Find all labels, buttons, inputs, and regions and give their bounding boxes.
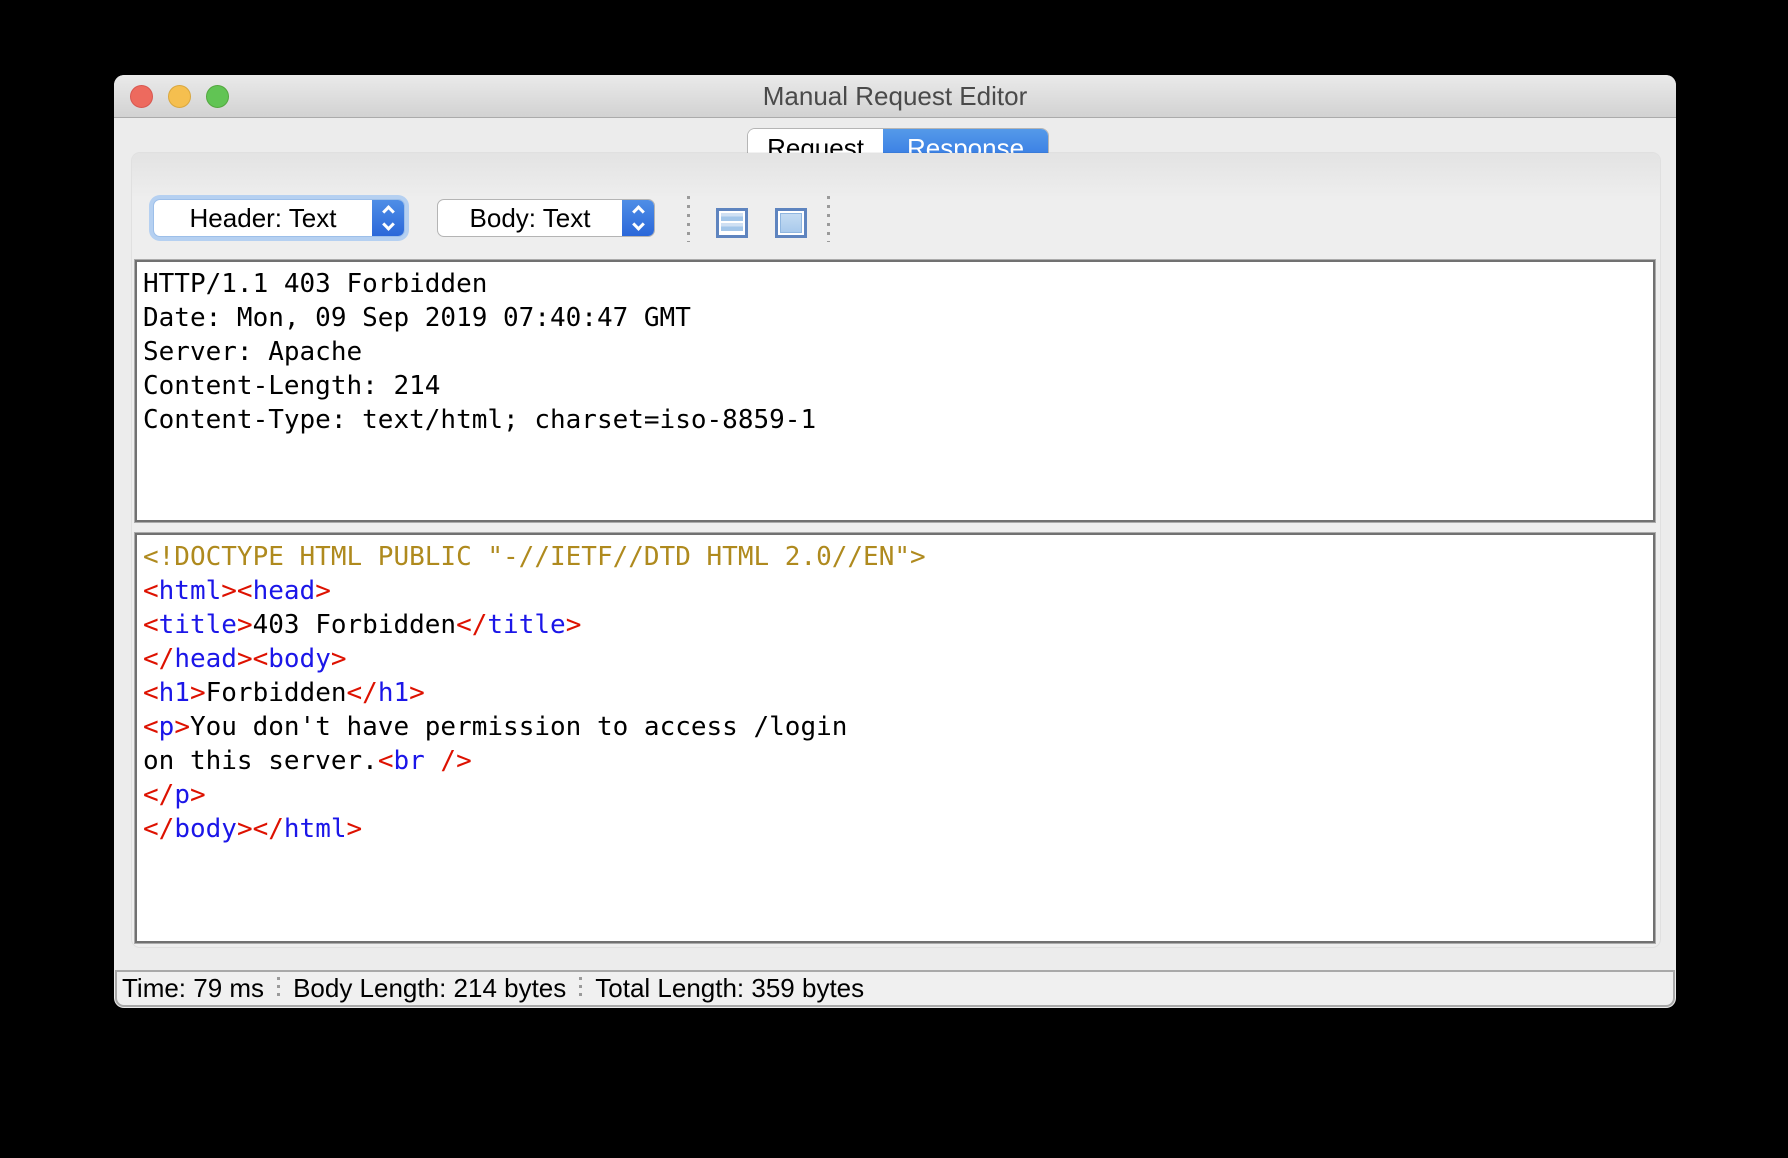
header-line: Content-Length: 214	[143, 369, 1647, 403]
header-line: Server: Apache	[143, 335, 1647, 369]
body-line: <title>403 Forbidden</title>	[143, 608, 1647, 642]
title-bar: Manual Request Editor	[114, 75, 1676, 118]
header-view-dropdown-label: Header: Text	[154, 200, 372, 236]
window-title: Manual Request Editor	[114, 75, 1676, 118]
status-item: Body Length: 214 bytes	[280, 973, 579, 1004]
header-view-dropdown[interactable]: Header: Text	[153, 199, 405, 237]
header-line: Date: Mon, 09 Sep 2019 07:40:47 GMT	[143, 301, 1647, 335]
body-line: </body></html>	[143, 812, 1647, 846]
body-line: <h1>Forbidden</h1>	[143, 676, 1647, 710]
body-line: </p>	[143, 778, 1647, 812]
chevron-down-icon	[382, 218, 395, 231]
chevron-up-icon	[382, 205, 395, 218]
body-line: on this server.<br />	[143, 744, 1647, 778]
header-line: Content-Type: text/html; charset=iso-885…	[143, 403, 1647, 437]
combined-view-icon	[780, 213, 802, 233]
chevron-down-icon	[632, 218, 645, 231]
body-line: <!DOCTYPE HTML PUBLIC "-//IETF//DTD HTML…	[143, 540, 1647, 574]
body-view-dropdown[interactable]: Body: Text	[437, 199, 655, 237]
minimize-button[interactable]	[168, 85, 191, 108]
dropdown-stepper-icon	[372, 200, 404, 236]
split-view-button[interactable]	[716, 208, 748, 238]
response-headers-textarea[interactable]: HTTP/1.1 403 ForbiddenDate: Mon, 09 Sep …	[135, 260, 1655, 522]
status-bar: Time: 79 msBody Length: 214 bytesTotal L…	[115, 970, 1675, 1007]
response-body-textarea[interactable]: <!DOCTYPE HTML PUBLIC "-//IETF//DTD HTML…	[135, 533, 1655, 943]
header-line: HTTP/1.1 403 Forbidden	[143, 267, 1647, 301]
body-line: <html><head>	[143, 574, 1647, 608]
status-item: Total Length: 359 bytes	[582, 973, 877, 1004]
split-view-icon	[721, 213, 743, 221]
manual-request-editor-window: Manual Request Editor RequestResponse He…	[114, 75, 1676, 1008]
split-view-icon	[721, 223, 743, 231]
zoom-button[interactable]	[206, 85, 229, 108]
response-panel: Header: Text Body: Text HTTP/1.1 403 For…	[132, 153, 1660, 947]
body-line: </head><body>	[143, 642, 1647, 676]
chevron-up-icon	[632, 205, 645, 218]
body-view-dropdown-label: Body: Text	[438, 200, 622, 236]
body-line: <p>You don't have permission to access /…	[143, 710, 1647, 744]
combined-view-button[interactable]	[775, 208, 807, 238]
toolbar-separator	[687, 196, 690, 242]
toolbar-separator	[827, 196, 830, 242]
status-item: Time: 79 ms	[117, 973, 277, 1004]
close-button[interactable]	[130, 85, 153, 108]
dropdown-stepper-icon	[622, 200, 654, 236]
